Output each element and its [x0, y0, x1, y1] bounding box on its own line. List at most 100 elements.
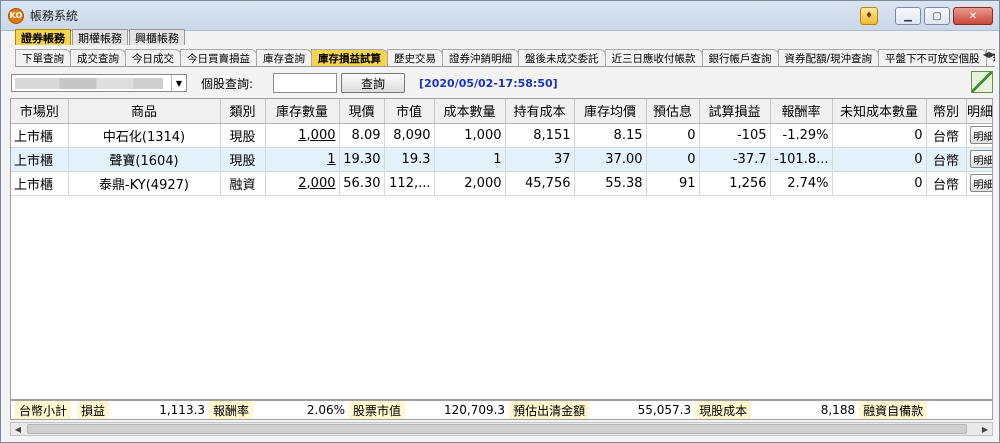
tab-futures[interactable]: 期權帳務 — [72, 29, 128, 45]
col-qty[interactable]: 庫存數量 — [265, 99, 340, 124]
subtab-inventory[interactable]: 庫存查詢 — [256, 49, 312, 66]
summary-currency-label: 台幣小計 — [15, 401, 72, 419]
cell-pnl: -37.7 — [699, 147, 771, 172]
cell-est-interest: 0 — [646, 123, 700, 148]
subtab-today-pnl[interactable]: 今日買賣損益 — [180, 49, 257, 66]
detail-button[interactable]: 明細 — [969, 126, 992, 144]
subtab-quota[interactable]: 資券配額/現沖查詢 — [777, 49, 880, 66]
col-avg-price[interactable]: 庫存均價 — [574, 99, 647, 124]
tab-emerging[interactable]: 興櫃帳務 — [129, 29, 185, 45]
cell-type: 融資 — [220, 171, 266, 196]
cell-type: 現股 — [220, 123, 266, 148]
cell-detail: 明細 — [966, 171, 992, 196]
cell-price: 8.09 — [339, 123, 385, 148]
cell-detail: 明細 — [966, 123, 992, 148]
cell-market: 上市櫃 — [11, 147, 69, 172]
col-detail[interactable]: 明細 — [966, 99, 992, 124]
cell-return: -101.8... — [770, 147, 833, 172]
subtab-history[interactable]: 歷史交易 — [387, 49, 443, 66]
cell-product: 泰鼎-KY(4927) — [68, 171, 221, 196]
export-excel-icon[interactable] — [971, 71, 993, 93]
cell-currency: 台幣 — [926, 147, 967, 172]
cell-qty[interactable]: 1 — [265, 147, 340, 172]
maximize-button[interactable]: ▢ — [924, 7, 950, 25]
close-button[interactable]: ✕ — [953, 7, 993, 25]
cell-price: 19.30 — [339, 147, 385, 172]
cell-type: 現股 — [220, 147, 266, 172]
subtab-bank-account[interactable]: 銀行帳戶查詢 — [701, 49, 779, 66]
table-row[interactable]: 上市櫃 中石化(1314) 現股 1,000 8.09 8,090 1,000 … — [11, 123, 992, 148]
cell-holding-cost: 8,151 — [505, 123, 575, 148]
sub-tabs: 下單查詢 成交查詢 今日成交 今日買賣損益 庫存查詢 庫存損益試算 歷史交易 證… — [15, 49, 995, 67]
scroll-right-icon[interactable]: ▶ — [978, 423, 992, 435]
subtab-no-short[interactable]: 平盤下不可放空個股 — [878, 49, 987, 66]
account-select[interactable]: ▼ — [11, 74, 187, 92]
cell-return: 2.74% — [770, 171, 833, 196]
main-tabs: 證券帳務 期權帳務 興櫃帳務 — [15, 29, 185, 45]
summary-mv-value: 120,709.3 — [443, 403, 506, 417]
col-currency[interactable]: 幣別 — [926, 99, 967, 124]
col-est-interest[interactable]: 預估息 — [646, 99, 700, 124]
cell-currency: 台幣 — [926, 123, 967, 148]
cell-market: 上市櫃 — [11, 171, 69, 196]
tab-scroll-arrows-icon[interactable]: ◀▶ — [983, 50, 995, 59]
inventory-grid: 市場別 商品 類別 庫存數量 現價 市值 成本數量 持有成本 庫存均價 預估息 … — [10, 98, 993, 400]
cell-qty[interactable]: 2,000 — [265, 171, 340, 196]
cell-unknown-cost-qty: 0 — [832, 171, 927, 196]
subtab-inventory-pnl[interactable]: 庫存損益試算 — [311, 49, 388, 66]
summary-margin-label: 融資自備款 — [859, 401, 928, 419]
summary-cost-label: 現股成本 — [695, 401, 752, 419]
cell-cost-qty: 1,000 — [434, 123, 506, 148]
minimize-button[interactable]: ▁ — [895, 7, 921, 25]
summary-liq-label: 預估出清金額 — [509, 401, 590, 419]
detail-button[interactable]: 明細 — [969, 150, 992, 168]
horizontal-scrollbar[interactable]: ◀ ▶ — [10, 422, 993, 436]
cell-market-value: 112,... — [384, 171, 435, 196]
summary-cost-value: 8,188 — [820, 403, 856, 417]
col-cost-qty[interactable]: 成本數量 — [434, 99, 506, 124]
col-product[interactable]: 商品 — [68, 99, 221, 124]
cell-product: 聲寶(1604) — [68, 147, 221, 172]
window-controls: ♦ ▁ ▢ ✕ — [860, 7, 993, 25]
subtab-fill-query[interactable]: 成交查詢 — [70, 49, 126, 66]
window-title: 帳務系統 — [30, 9, 79, 23]
cell-qty[interactable]: 1,000 — [265, 123, 340, 148]
subtab-order-query[interactable]: 下單查詢 — [15, 49, 71, 66]
col-pnl[interactable]: 試算損益 — [699, 99, 771, 124]
subtab-after-hours[interactable]: 盤後未成交委託 — [518, 49, 606, 66]
cell-product: 中石化(1314) — [68, 123, 221, 148]
summary-bar: 台幣小計 損益 1,113.3 報酬率 2.06% 股票市值 120,709.3… — [10, 400, 993, 420]
chevron-down-icon[interactable]: ▼ — [171, 75, 186, 91]
table-row[interactable]: 上市櫃 泰鼎-KY(4927) 融資 2,000 56.30 112,... 2… — [11, 171, 992, 196]
cell-market-value: 8,090 — [384, 123, 435, 148]
title-bar: KO 帳務系統 ♦ ▁ ▢ ✕ — [1, 1, 999, 31]
col-type[interactable]: 類別 — [220, 99, 266, 124]
cell-cost-qty: 1 — [434, 147, 506, 172]
col-price[interactable]: 現價 — [339, 99, 385, 124]
col-return[interactable]: 報酬率 — [770, 99, 833, 124]
detail-button[interactable]: 明細 — [969, 174, 992, 192]
cell-currency: 台幣 — [926, 171, 967, 196]
subtab-receivables[interactable]: 近三日應收付帳款 — [604, 49, 703, 66]
col-unknown-cost-qty[interactable]: 未知成本數量 — [832, 99, 927, 124]
col-market-value[interactable]: 市值 — [384, 99, 435, 124]
scroll-thumb[interactable] — [27, 424, 967, 434]
scroll-left-icon[interactable]: ◀ — [11, 423, 25, 435]
cell-pnl: 1,256 — [699, 171, 771, 196]
cell-est-interest: 91 — [646, 171, 700, 196]
stock-query-label: 個股查詢: — [201, 76, 254, 91]
col-market[interactable]: 市場別 — [11, 99, 69, 124]
stock-query-input[interactable] — [273, 73, 338, 93]
subtab-offset-detail[interactable]: 證券沖銷明細 — [442, 49, 519, 66]
pin-icon[interactable]: ♦ — [860, 7, 878, 25]
tab-securities[interactable]: 證券帳務 — [15, 29, 71, 45]
subtab-today-fills[interactable]: 今日成交 — [125, 49, 181, 66]
toolbar: ▼ 個股查詢: 查詢 [2020/05/02-17:58:50] — [11, 69, 993, 97]
table-row[interactable]: 上市櫃 聲寶(1604) 現股 1 19.30 19.3 1 37 37.00 … — [11, 147, 992, 172]
summary-liq-value: 55,057.3 — [637, 403, 692, 417]
col-holding-cost[interactable]: 持有成本 — [505, 99, 575, 124]
summary-pnl-value: 1,113.3 — [159, 403, 206, 417]
summary-mv-label: 股票市值 — [349, 401, 406, 419]
cell-avg-price: 55.38 — [574, 171, 647, 196]
query-button[interactable]: 查詢 — [341, 73, 406, 93]
